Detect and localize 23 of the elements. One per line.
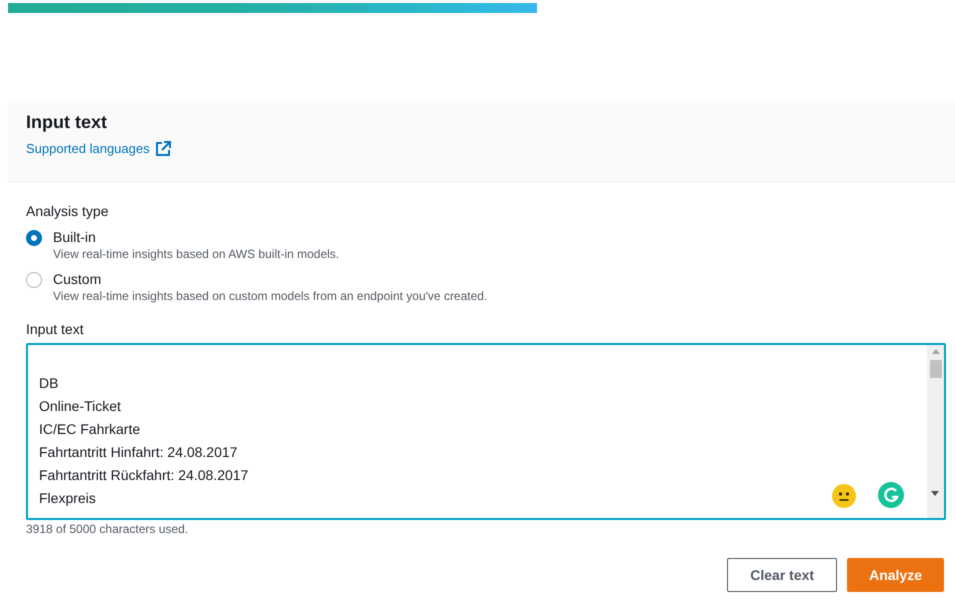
radio-button[interactable] bbox=[26, 230, 42, 246]
text-line: Fahrtantritt Hinfahrt: 24.08.2017 bbox=[39, 443, 238, 462]
text-line: IC/EC Fahrkarte bbox=[39, 420, 140, 439]
input-text-label: Input text bbox=[26, 320, 85, 338]
option-label: Built-in bbox=[53, 228, 97, 246]
character-counter: 3918 of 5000 characters used. bbox=[26, 521, 190, 537]
grammar-assistant-icon[interactable] bbox=[878, 482, 904, 508]
text-line: Flexpreis bbox=[39, 489, 96, 508]
option-description: View real-time insights based on custom models from an endpoint you've created. bbox=[53, 288, 488, 304]
scrollbar[interactable] bbox=[927, 345, 944, 518]
external-link-icon bbox=[154, 140, 171, 157]
neutral-face-icon[interactable] bbox=[832, 484, 856, 508]
text-line: Online-Ticket bbox=[39, 397, 121, 416]
option-description: View real-time insights based on AWS built-in models. bbox=[53, 246, 340, 262]
text-line: Fahrtantritt Rückfahrt: 24.08.2017 bbox=[39, 466, 248, 485]
supported-languages-link[interactable]: Supported languages bbox=[26, 139, 171, 158]
radio-button[interactable] bbox=[26, 272, 42, 288]
option-label: Custom bbox=[53, 270, 102, 288]
analysis-type-label: Analysis type bbox=[26, 202, 110, 220]
clear-text-button[interactable]: Clear text bbox=[727, 558, 838, 592]
text-line: DB bbox=[39, 374, 58, 393]
section-title: Input text bbox=[26, 111, 108, 133]
input-field[interactable]: DB Online-Ticket IC/EC Fahrkarte Fahrtantritt Hinfahrt: 24.08.2017 Fahrtantritt Rückfahrt: 24.08.2017 Flexpreis bbox=[26, 343, 946, 520]
